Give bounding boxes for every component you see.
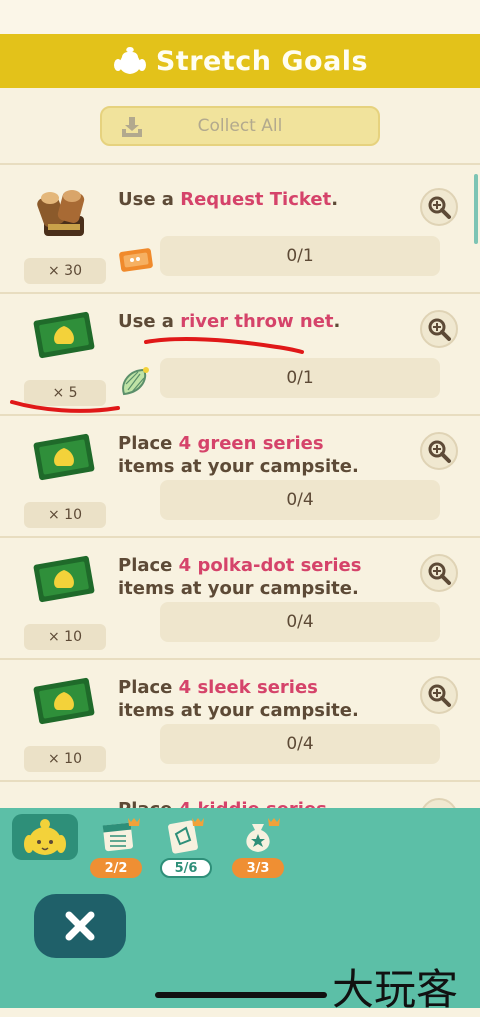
tab-badge: 2/2	[90, 858, 142, 878]
tab-badge: 3/3	[232, 858, 284, 878]
goal-text-post: .	[331, 189, 339, 210]
goal-row: × 10 Place 4 green series items at your …	[0, 418, 480, 538]
divider	[0, 163, 480, 165]
goal-text-line2: items at your campsite.	[118, 700, 359, 721]
goal-highlight: 4 sleek series	[178, 677, 318, 698]
nook-miles-ticket-icon	[33, 677, 95, 725]
reward-quantity: × 30	[24, 258, 106, 284]
progress-bar: 0/1	[160, 358, 440, 398]
collect-all-button[interactable]: Collect All	[100, 106, 380, 146]
goal-text-pre: Use a	[118, 311, 181, 332]
close-button[interactable]	[34, 894, 126, 958]
magnifier-plus-icon	[428, 562, 451, 585]
magnifier-plus-icon	[428, 440, 451, 463]
progress-bar: 0/1	[160, 236, 440, 276]
goal-description: Place 4 green series items at your camps…	[118, 432, 418, 478]
throw-net-icon	[122, 367, 149, 396]
download-tray-icon	[122, 117, 142, 137]
goal-text-pre: Place	[118, 433, 179, 454]
header-banner: Stretch Goals	[0, 34, 480, 88]
goal-highlight: 4 green series	[178, 433, 324, 454]
goal-row: × 30 Use a Request Ticket. 0/1	[0, 174, 480, 294]
goal-text-pre: Use a	[118, 189, 181, 210]
zoom-button[interactable]	[420, 432, 458, 470]
progress-bar: 0/4	[160, 724, 440, 764]
zoom-button[interactable]	[420, 554, 458, 592]
progress-bar: 0/4	[160, 602, 440, 642]
lumber-bundle-icon	[37, 190, 85, 236]
nook-miles-ticket-icon	[33, 311, 95, 359]
zoom-button[interactable]	[420, 310, 458, 348]
goal-highlight: Request Ticket	[180, 189, 332, 210]
status-bar-area	[0, 0, 480, 34]
close-icon	[65, 911, 95, 941]
goal-text-post: .	[333, 311, 341, 332]
goal-text-pre: Place	[118, 555, 179, 576]
reward-quantity: × 5	[24, 380, 106, 406]
tab-badge: 5/6	[160, 858, 212, 878]
magnifier-plus-icon	[428, 684, 451, 707]
page-title: Stretch Goals	[155, 45, 369, 77]
collect-all-label: Collect All	[197, 116, 283, 136]
tab-ticket[interactable]	[162, 814, 206, 858]
calendar-icon	[102, 818, 140, 852]
nook-miles-ticket-icon	[33, 433, 95, 481]
goal-description: Use a Request Ticket.	[118, 188, 418, 211]
money-bag-icon	[246, 818, 280, 852]
goal-description: Place 4 sleek series items at your camps…	[118, 676, 418, 722]
tab-calendar[interactable]	[98, 814, 142, 858]
home-indicator[interactable]	[155, 992, 327, 998]
reward-quantity: × 10	[24, 746, 106, 772]
goal-text-pre: Place	[118, 677, 179, 698]
isabelle-icon	[113, 47, 146, 74]
goal-row: × 10 Place 4 polka-dot series items at y…	[0, 540, 480, 660]
reward-quantity: × 10	[24, 502, 106, 528]
tab-bag[interactable]	[236, 814, 284, 858]
goal-description: Place 4 polka-dot series items at your c…	[118, 554, 418, 600]
isabelle-face-icon	[24, 819, 66, 855]
goal-text-line2: items at your campsite.	[118, 578, 359, 599]
request-ticket-icon	[119, 248, 153, 272]
goal-highlight: 4 polka-dot series	[178, 555, 362, 576]
reward-quantity: × 10	[24, 624, 106, 650]
goal-text-line2: items at your campsite.	[118, 456, 359, 477]
magnifier-plus-icon	[428, 196, 451, 219]
magnifier-plus-icon	[428, 318, 451, 341]
ticket-icon	[168, 818, 204, 854]
goal-row: × 5 Use a river throw net. 0/1	[0, 296, 480, 416]
zoom-button[interactable]	[420, 188, 458, 226]
goal-highlight: river throw net	[180, 311, 334, 332]
nook-miles-ticket-icon	[33, 555, 95, 603]
zoom-button[interactable]	[420, 676, 458, 714]
progress-bar: 0/4	[160, 480, 440, 520]
tab-isabelle[interactable]	[12, 814, 78, 860]
goal-description: Use a river throw net.	[118, 310, 418, 333]
goal-row: × 10 Place 4 sleek series items at your …	[0, 662, 480, 782]
